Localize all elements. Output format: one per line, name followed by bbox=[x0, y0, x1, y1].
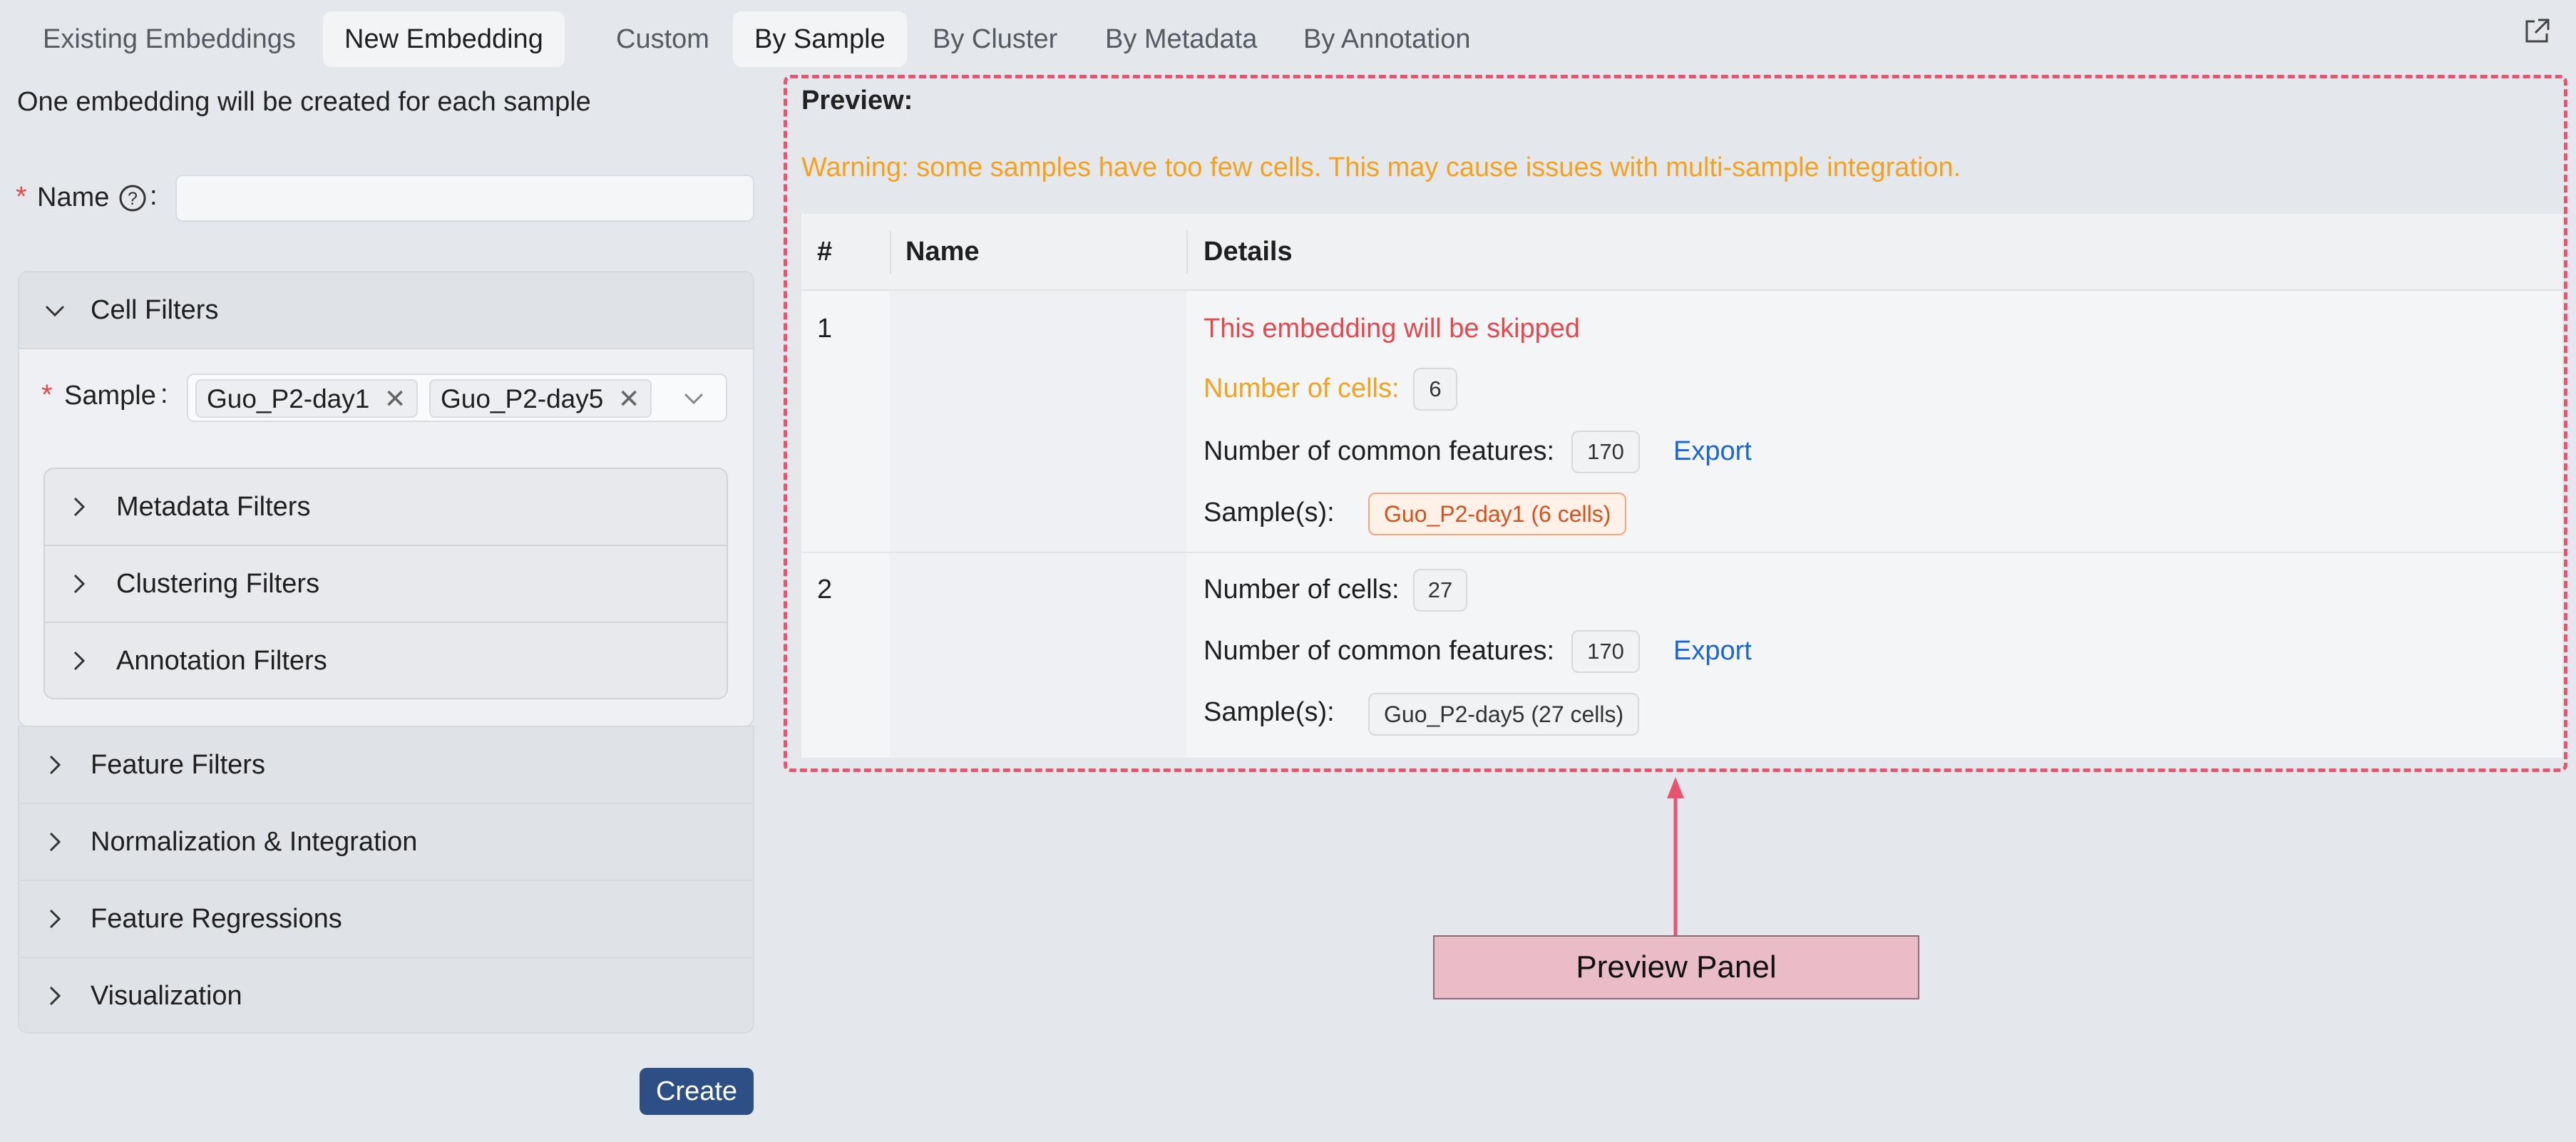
chevron-down-icon[interactable] bbox=[683, 389, 704, 408]
chevron-right-icon bbox=[49, 986, 61, 1006]
cell-filters-label: Cell Filters bbox=[91, 295, 219, 325]
features-count-badge: 170 bbox=[1571, 630, 1640, 673]
sample-colon: : bbox=[160, 379, 168, 409]
tab-by-sample[interactable]: By Sample bbox=[733, 11, 907, 67]
tab-custom[interactable]: Custom bbox=[595, 11, 731, 67]
warning-text: Warning: some samples have too few cells… bbox=[801, 153, 1961, 182]
close-icon[interactable]: ✕ bbox=[384, 384, 406, 413]
annotation-filters-label: Annotation Filters bbox=[116, 646, 327, 676]
tab-existing-embeddings[interactable]: Existing Embeddings bbox=[21, 11, 317, 67]
close-icon[interactable]: ✕ bbox=[618, 384, 640, 413]
column-header-index: # bbox=[817, 237, 833, 267]
tab-by-cluster[interactable]: By Cluster bbox=[911, 11, 1079, 67]
svg-text:?: ? bbox=[128, 189, 138, 209]
chevron-right-icon bbox=[49, 832, 61, 852]
visualization-row[interactable]: Visualization bbox=[19, 957, 753, 1032]
name-label: Name bbox=[37, 182, 110, 212]
sample-tag-label: Guo_P2-day5 bbox=[441, 384, 604, 413]
export-link[interactable]: Export bbox=[1673, 636, 1752, 667]
normalization-integration-row[interactable]: Normalization & Integration bbox=[19, 803, 753, 880]
cells-label: Number of cells: bbox=[1204, 575, 1400, 605]
features-count-badge: 170 bbox=[1571, 431, 1640, 473]
help-circle-icon[interactable]: ? bbox=[118, 184, 147, 212]
sample-tag: Guo_P2-day1 ✕ bbox=[195, 379, 418, 418]
row-index: 1 bbox=[817, 314, 833, 344]
preview-panel-callout: Preview Panel bbox=[1433, 935, 1919, 999]
preview-table: # Name Details 1 This embedding will be … bbox=[801, 214, 2562, 758]
annotation-filters-row[interactable]: Annotation Filters bbox=[45, 623, 727, 699]
sample-tag: Guo_P2-day5 ✕ bbox=[429, 379, 652, 418]
chevron-right-icon bbox=[73, 651, 86, 671]
required-mark: * bbox=[41, 379, 53, 411]
preview-title: Preview: bbox=[801, 86, 913, 115]
table-row: 2 Number of cells: 27 Number of common f… bbox=[801, 553, 2562, 758]
chevron-right-icon bbox=[73, 497, 86, 517]
table-header: # Name Details bbox=[801, 214, 2562, 291]
column-header-details: Details bbox=[1204, 237, 1293, 267]
chevron-right-icon bbox=[49, 755, 61, 775]
cell-filters-header[interactable]: Cell Filters bbox=[19, 272, 753, 349]
features-label: Number of common features: bbox=[1204, 436, 1555, 466]
clustering-filters-label: Clustering Filters bbox=[116, 569, 320, 599]
skipped-notice: This embedding will be skipped bbox=[1204, 314, 1581, 344]
chevron-down-icon bbox=[45, 305, 65, 317]
description-text: One embedding will be created for each s… bbox=[17, 87, 591, 117]
metadata-filters-row[interactable]: Metadata Filters bbox=[45, 469, 727, 545]
arrow-up-icon bbox=[1667, 777, 1684, 940]
cells-count-badge: 6 bbox=[1413, 368, 1457, 411]
chevron-right-icon bbox=[73, 574, 86, 594]
feature-regressions-row[interactable]: Feature Regressions bbox=[19, 880, 753, 957]
table-row: 1 This embedding will be skipped Number … bbox=[801, 291, 2562, 553]
tab-new-embedding[interactable]: New Embedding bbox=[323, 11, 565, 67]
name-input[interactable] bbox=[175, 175, 754, 222]
row-index: 2 bbox=[817, 575, 833, 605]
sample-tag-label: Guo_P2-day1 bbox=[207, 384, 370, 413]
column-header-name: Name bbox=[905, 237, 980, 267]
export-link[interactable]: Export bbox=[1673, 436, 1752, 467]
feature-filters-row[interactable]: Feature Filters bbox=[19, 726, 753, 803]
cells-count-badge: 27 bbox=[1413, 569, 1467, 612]
sample-tag: Guo_P2-day5 (27 cells) bbox=[1368, 693, 1640, 736]
column-divider bbox=[890, 231, 891, 274]
samples-label: Sample(s): bbox=[1204, 697, 1335, 727]
sample-warning-tag: Guo_P2-day1 (6 cells) bbox=[1368, 493, 1627, 535]
create-button[interactable]: Create bbox=[640, 1068, 754, 1115]
metadata-filters-label: Metadata Filters bbox=[116, 492, 311, 522]
column-divider bbox=[1186, 231, 1188, 274]
tab-by-metadata[interactable]: By Metadata bbox=[1084, 11, 1278, 67]
features-label: Number of common features: bbox=[1204, 636, 1555, 666]
cells-label: Number of cells: bbox=[1204, 374, 1400, 403]
required-mark: * bbox=[16, 181, 27, 212]
feature-regressions-label: Feature Regressions bbox=[91, 904, 342, 934]
sample-select[interactable]: Guo_P2-day1 ✕ Guo_P2-day5 ✕ bbox=[187, 374, 727, 422]
sample-label: Sample bbox=[64, 381, 156, 411]
clustering-filters-row[interactable]: Clustering Filters bbox=[45, 546, 727, 622]
visualization-label: Visualization bbox=[91, 981, 242, 1011]
name-colon: : bbox=[150, 181, 158, 211]
external-link-icon[interactable] bbox=[2523, 17, 2551, 46]
feature-filters-label: Feature Filters bbox=[91, 750, 265, 780]
tab-by-annotation[interactable]: By Annotation bbox=[1282, 11, 1492, 67]
samples-label: Sample(s): bbox=[1204, 498, 1335, 528]
chevron-right-icon bbox=[49, 909, 61, 929]
normalization-integration-label: Normalization & Integration bbox=[91, 827, 418, 857]
